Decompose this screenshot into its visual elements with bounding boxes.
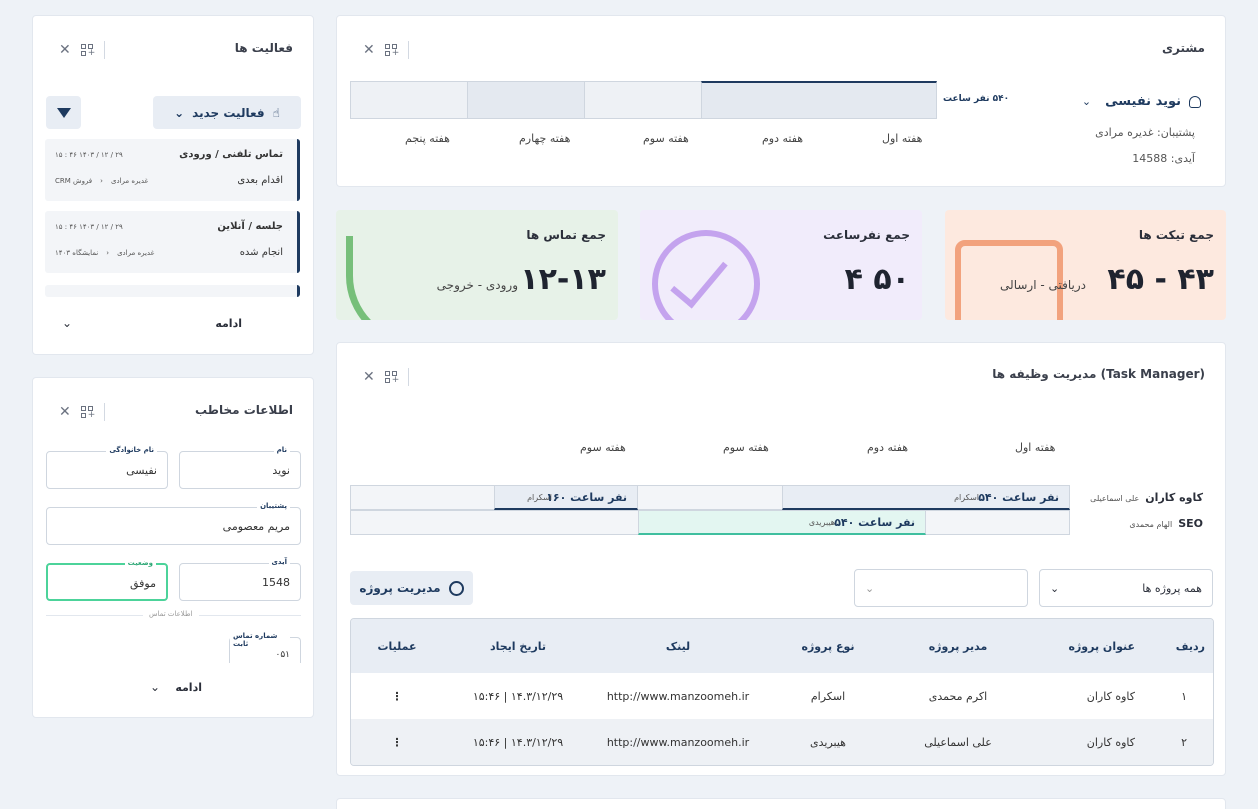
- stat-sub: ورودی - خروجی: [436, 278, 518, 292]
- project-filter-select[interactable]: همه پروژه ها ⌄: [1039, 569, 1213, 607]
- task-manager-title: مدیریت وظیفه ها (Task Manager): [992, 367, 1205, 381]
- col-header[interactable]: عنوان پروژه: [1023, 619, 1143, 673]
- activity-item-partial: [45, 285, 300, 297]
- card-controls: ✕ +: [363, 41, 409, 59]
- chevron-down-icon[interactable]: ⌄: [1082, 95, 1091, 108]
- col-header[interactable]: تاریخ ایجاد: [443, 619, 593, 673]
- close-icon[interactable]: ✕: [363, 43, 375, 57]
- next-card-edge: [336, 798, 1226, 809]
- projects-table: ردیف عنوان پروژه مدیر پروژه نوع پروژه لی…: [350, 618, 1214, 766]
- col-header[interactable]: مدیر پروژه: [893, 619, 1023, 673]
- add-widget-icon[interactable]: +: [80, 43, 95, 57]
- activity-item[interactable]: تماس تلفنی / ورودی ۱۵ : ۴۶ ۱۴۰۳ / ۱۲ / ۲…: [45, 139, 300, 201]
- activities-more[interactable]: ⌄ ادامه: [62, 316, 242, 330]
- chevron-down-icon: ⌄: [1050, 581, 1060, 595]
- user-icon: [1189, 95, 1201, 108]
- customer-name-row[interactable]: نوید نفیسی ⌄: [1082, 94, 1201, 109]
- contact-card: اطلاعات مخاطب ✕ + نام نوید نام خانوادگی نف…: [32, 377, 314, 718]
- close-icon[interactable]: ✕: [59, 405, 71, 419]
- task-row-label: کاوه کاران علی اسماعیلی: [1090, 491, 1203, 504]
- activities-title: فعالیت ها: [234, 41, 293, 55]
- new-activity-button[interactable]: ☝ فعالیت جدید ⌄: [153, 96, 301, 129]
- more-icon[interactable]: ⋮: [351, 719, 443, 765]
- activity-item[interactable]: جلسه / آنلاین ۱۵ : ۴۶ ۱۴۰۳ / ۱۲ / ۲۹ انج…: [45, 211, 300, 273]
- id-field[interactable]: آیدی 1548: [179, 558, 301, 601]
- stat-label: جمع نفرساعت: [823, 228, 910, 242]
- card-controls: ✕ +: [363, 368, 409, 386]
- status-field[interactable]: وضعیت موفق: [46, 559, 168, 601]
- week-label: هفته چهارم: [519, 132, 571, 145]
- last-name-field[interactable]: نام خانوادگی نفیسی: [46, 446, 168, 489]
- check-circle-icon: [448, 580, 464, 596]
- stat-label: جمع تیکت ها: [1138, 228, 1214, 242]
- hours-label: ۵۴۰ نفر ساعت: [943, 94, 1010, 104]
- chevron-down-icon: ⌄: [62, 316, 73, 330]
- chevron-down-icon: ⌄: [174, 105, 185, 120]
- week-segment: [467, 81, 585, 119]
- week-segment: [584, 81, 702, 119]
- week-label: هفته اول: [1015, 441, 1056, 454]
- col-header[interactable]: نوع پروژه: [763, 619, 893, 673]
- customer-id: آیدی: 14588: [1132, 152, 1195, 165]
- phone-icon: [346, 236, 446, 320]
- add-widget-icon[interactable]: +: [384, 43, 399, 57]
- week-label: هفته اول: [882, 132, 923, 145]
- customer-name: نوید نفیسی: [1105, 94, 1181, 109]
- support-field[interactable]: پشتیبان مریم معصومی: [46, 502, 301, 545]
- customer-title: مشتری: [1161, 41, 1205, 55]
- task-row-label: SEO الهام محمدی: [1129, 517, 1203, 530]
- filter-icon: [56, 107, 71, 118]
- task-bar[interactable]: ۵۴۰ نفر ساعت هیبریدی: [638, 510, 926, 535]
- contact-title: اطلاعات مخاطب: [194, 403, 293, 417]
- week-segment: [350, 81, 468, 119]
- card-controls: ✕ +: [59, 403, 105, 421]
- chevron-down-icon: ⌄: [865, 581, 875, 595]
- hand-icon: ☝: [272, 105, 280, 120]
- hours-stat-card: جمع نفرساعت ۴ ۵۰: [640, 210, 922, 320]
- contact-divider-label: اطلاعات تماس: [143, 610, 199, 618]
- col-header[interactable]: عملیات: [351, 619, 443, 673]
- stat-value: ۱۲-۱۳: [520, 262, 606, 297]
- close-icon[interactable]: ✕: [363, 370, 375, 384]
- more-icon[interactable]: ⋮: [351, 673, 443, 719]
- task-bar[interactable]: ۱۶۰ نفر ساعت اسکرام: [494, 485, 638, 510]
- filter-button[interactable]: [46, 96, 81, 129]
- landline-field[interactable]: شماره تماس ثابت ۰۵۱: [229, 632, 301, 663]
- stat-sub: دریافتی - ارسالی: [1000, 278, 1086, 292]
- close-icon[interactable]: ✕: [59, 43, 71, 57]
- table-header: ردیف عنوان پروژه مدیر پروژه نوع پروژه لی…: [351, 619, 1213, 673]
- week-label: هفته دوم: [762, 132, 804, 145]
- card-controls: ✕ +: [59, 41, 105, 59]
- week-label: هفته پنجم: [405, 132, 450, 145]
- table-row[interactable]: ۲ کاوه کاران علی اسماعیلی هیبریدی http:/…: [351, 719, 1213, 765]
- add-widget-icon[interactable]: +: [384, 370, 399, 384]
- first-name-field[interactable]: نام نوید: [179, 446, 301, 489]
- chevron-left-icon: ‹: [100, 177, 103, 185]
- stat-label: جمع تماس ها: [526, 228, 606, 242]
- week-label: هفته سوم: [723, 441, 769, 454]
- stat-value: ۴۵ - ۴۳: [1107, 262, 1214, 297]
- week-label: هفته دوم: [867, 441, 909, 454]
- customer-card: مشتری ✕ + نوید نفیسی ⌄ پشتیبان: غدیره مر…: [336, 15, 1226, 187]
- col-header[interactable]: ردیف: [1143, 619, 1213, 673]
- task-bar[interactable]: ۵۴۰ نفر ساعت اسکرام: [782, 485, 1070, 510]
- task-manager-card: مدیریت وظیفه ها (Task Manager) ✕ + هفته …: [336, 342, 1226, 776]
- stat-value: ۴ ۵۰: [844, 262, 910, 297]
- customer-support: پشتیبان: غدیره مرادی: [1095, 126, 1195, 139]
- calls-stat-card: جمع تماس ها ۱۲-۱۳ ورودی - خروجی: [336, 210, 618, 320]
- col-header[interactable]: لینک: [593, 619, 763, 673]
- chevron-left-icon: ‹: [106, 249, 110, 257]
- tickets-stat-card: جمع تیکت ها ۴۵ - ۴۳ دریافتی - ارسالی: [945, 210, 1226, 320]
- contact-more[interactable]: ⌄ ادامه: [150, 680, 202, 694]
- manage-project-button[interactable]: مدیریت پروژه: [350, 571, 473, 605]
- table-row[interactable]: ۱ کاوه کاران اکرم محمدی اسکرام http://ww…: [351, 673, 1213, 719]
- add-widget-icon[interactable]: +: [80, 405, 95, 419]
- chevron-down-icon: ⌄: [150, 680, 161, 694]
- week-label: هفته سوم: [580, 441, 626, 454]
- week-segment-active: [701, 81, 937, 119]
- secondary-filter-select[interactable]: ⌄: [854, 569, 1028, 607]
- week-label: هفته سوم: [643, 132, 689, 145]
